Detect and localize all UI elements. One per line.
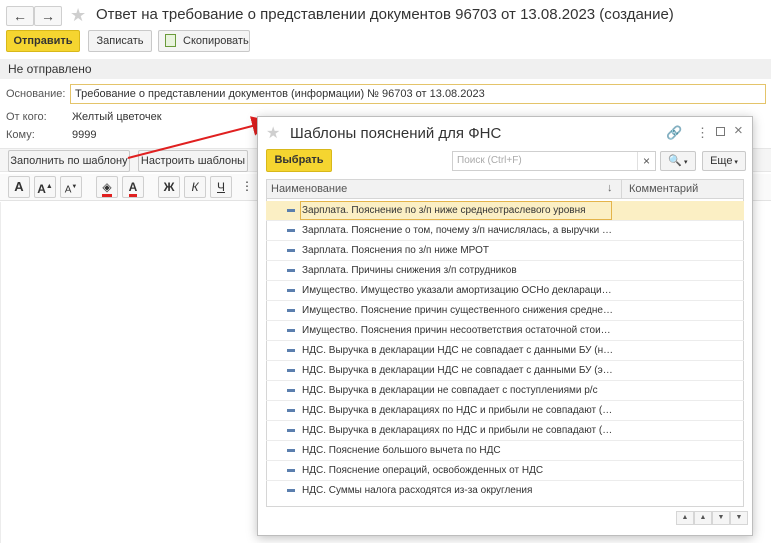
table-row[interactable]: Имущество. Пояснения причин несоответств… [266, 321, 744, 341]
table-row[interactable]: НДС. Выручка в декларациях по НДС и приб… [266, 421, 744, 441]
more-chevron-icon: ▾ [732, 159, 738, 166]
table-row[interactable]: Зарплата. Причины снижения з/п сотрудник… [266, 261, 744, 281]
scroll-first-button[interactable]: ▲ [676, 511, 694, 525]
search-input[interactable]: Поиск (Ctrl+F) × [452, 151, 656, 171]
col-name-header[interactable]: Наименование [271, 183, 347, 195]
table-row[interactable]: НДС. Выручка в декларации не совпадает с… [266, 381, 744, 401]
row-dash-icon [287, 469, 295, 472]
table-row[interactable]: НДС. Выручка в декларациях по НДС и приб… [266, 401, 744, 421]
templates-dialog: ★ Шаблоны пояснений для ФНС 🔗 ⋮ × Выбрат… [257, 116, 753, 536]
dialog-title: Шаблоны пояснений для ФНС [290, 125, 502, 142]
row-dash-icon [287, 209, 295, 212]
search-button[interactable]: 🔍 ▾ [660, 151, 696, 171]
row-dash-icon [287, 229, 295, 232]
row-dash-icon [287, 429, 295, 432]
row-dash-icon [287, 349, 295, 352]
more-button[interactable]: Еще ▾ [702, 151, 746, 171]
close-icon[interactable]: × [734, 122, 743, 139]
scroll-down-button[interactable]: ▼ [712, 511, 730, 525]
row-dash-icon [287, 449, 295, 452]
row-dash-icon [287, 329, 295, 332]
row-dash-icon [287, 249, 295, 252]
table-row[interactable]: Зарплата. Пояснение по з/п ниже среднеот… [266, 201, 744, 221]
row-dash-icon [287, 489, 295, 492]
row-dash-icon [287, 389, 295, 392]
select-button[interactable]: Выбрать [266, 149, 332, 172]
table-row[interactable]: НДС. Пояснение операций, освобожденных о… [266, 461, 744, 481]
menu-icon[interactable]: ⋮ [696, 125, 709, 141]
scroll-last-button[interactable]: ▼ [730, 511, 748, 525]
clear-search-icon[interactable]: × [637, 152, 655, 170]
link-icon[interactable]: 🔗 [666, 125, 682, 141]
table-row[interactable]: НДС. Суммы налога расходятся из-за округ… [266, 481, 744, 501]
table-row[interactable]: НДС. Выручка в декларации НДС не совпада… [266, 341, 744, 361]
table-row[interactable]: НДС. Выручка в декларации НДС не совпада… [266, 361, 744, 381]
row-dash-icon [287, 369, 295, 372]
col-comment-header[interactable]: Комментарий [629, 183, 698, 195]
table-row[interactable]: Имущество. Имущество указали амортизацию… [266, 281, 744, 301]
table-row[interactable]: НДС. Пояснение большого вычета по НДС [266, 441, 744, 461]
row-dash-icon [287, 289, 295, 292]
more-label: Еще [710, 155, 733, 167]
table-row[interactable]: Зарплата. Пояснение о том, почему з/п на… [266, 221, 744, 241]
maximize-icon[interactable] [716, 127, 725, 136]
table-row[interactable]: Зарплата. Пояснения по з/п ниже МРОТ [266, 241, 744, 261]
dialog-favorite-star-icon[interactable]: ★ [266, 124, 280, 144]
row-dash-icon [287, 409, 295, 412]
table-row[interactable]: Имущество. Пояснение причин существенног… [266, 301, 744, 321]
row-dash-icon [287, 309, 295, 312]
search-placeholder: Поиск (Ctrl+F) [457, 155, 522, 166]
sort-down-icon[interactable]: ↓ [607, 182, 613, 194]
row-dash-icon [287, 269, 295, 272]
scroll-up-button[interactable]: ▲ [694, 511, 712, 525]
column-divider [621, 180, 622, 199]
search-icon: 🔍 [668, 155, 683, 167]
table-header: Наименование ↓ Комментарий [267, 180, 743, 199]
